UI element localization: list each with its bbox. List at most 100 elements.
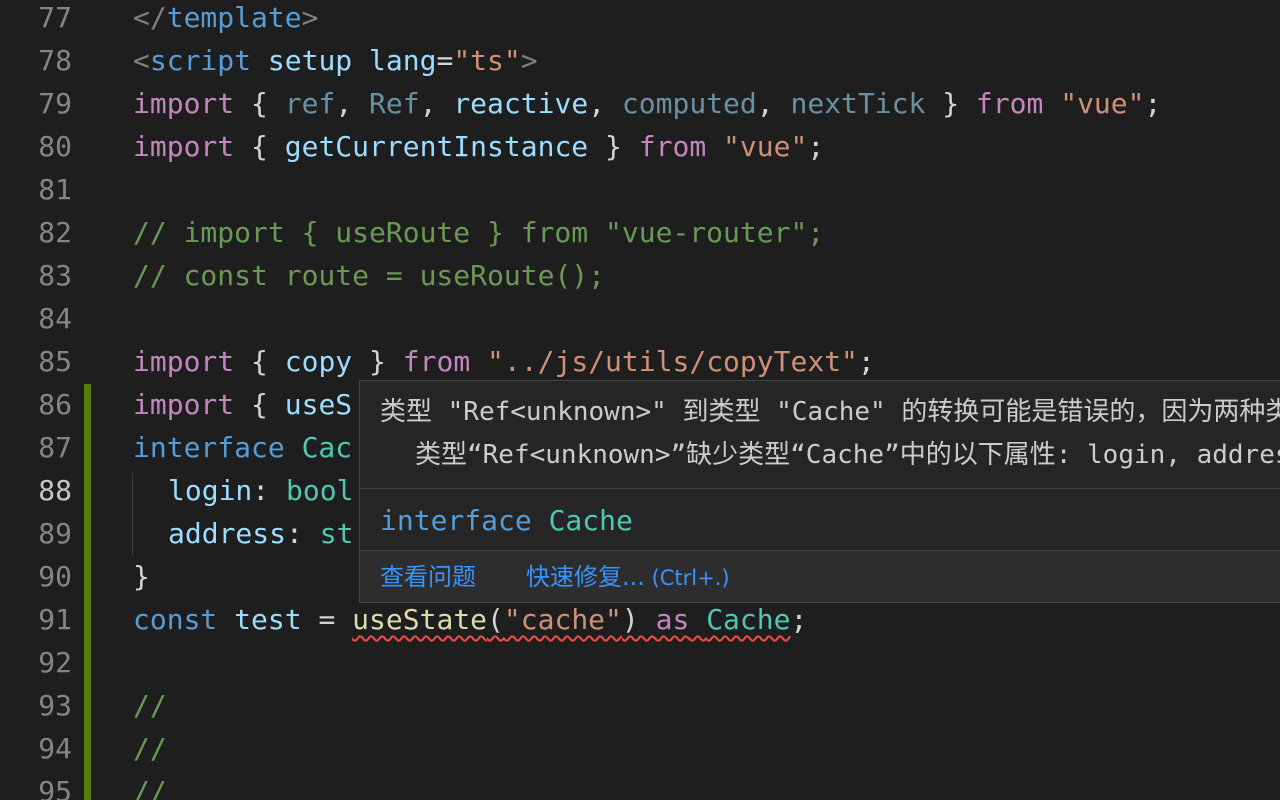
line-number: 89: [38, 517, 72, 550]
line-number: 90: [38, 560, 72, 593]
code-editor[interactable]: 77 78 79 80 81 82 83 84 85 86 87 88 89 9…: [0, 0, 1280, 800]
error-message-line-2: 类型“Ref<unknown>”缺少类型“Cache”中的以下属性: login…: [415, 440, 1280, 470]
quick-fix-label: 快速修复...: [526, 563, 645, 591]
token-punct: {: [234, 87, 285, 120]
token-punct: ,: [756, 87, 791, 120]
code-line-86[interactable]: import { useS: [133, 383, 352, 426]
token-punct: >: [520, 44, 538, 77]
token-type: Cac: [301, 431, 353, 464]
line-number: 80: [38, 130, 72, 163]
line-number: 82: [38, 216, 72, 249]
token-punct: }: [352, 345, 403, 378]
token-punct: ;: [807, 130, 825, 163]
hover-signature: interface Cache: [380, 499, 633, 542]
token-unused-import: ref: [284, 87, 336, 120]
line-number: 81: [38, 173, 72, 206]
line-number: 77: [38, 1, 72, 34]
token-tag: script: [149, 44, 252, 77]
view-problem-link[interactable]: 查看问题: [380, 551, 476, 602]
token-punct: }: [588, 130, 639, 163]
code-line-94[interactable]: //: [133, 727, 167, 770]
token-import: getCurrentInstance: [284, 130, 589, 163]
token-keyword: import: [133, 87, 235, 120]
token-tag: template: [166, 1, 302, 34]
indent-guide: [132, 473, 133, 555]
token-punct: {: [234, 345, 285, 378]
line-number: 84: [38, 302, 72, 335]
token-string: "vue": [1060, 87, 1145, 120]
token-punct: >: [301, 1, 319, 34]
code-line-80[interactable]: import { getCurrentInstance } from "vue"…: [133, 125, 824, 168]
line-number: 91: [38, 603, 72, 636]
token-punct: :: [286, 517, 320, 550]
signature-type-name: Cache: [548, 504, 633, 537]
line-number: 94: [38, 732, 72, 765]
code-line-83[interactable]: // const route = useRoute();: [133, 254, 605, 297]
code-line-88[interactable]: login: bool: [168, 469, 353, 512]
code-line-85[interactable]: import { copy } from "../js/utils/copyTe…: [133, 340, 875, 383]
line-number: 92: [38, 646, 72, 679]
token-punct: ;: [857, 345, 875, 378]
line-number: 85: [38, 345, 72, 378]
token-type: Cache: [706, 603, 791, 636]
code-line-89[interactable]: address: st: [168, 512, 353, 555]
token-keyword: const: [133, 603, 218, 636]
code-line-79[interactable]: import { ref, Ref, reactive, computed, n…: [133, 82, 1161, 125]
token-type: st: [319, 517, 354, 550]
token-string: "vue": [723, 130, 808, 163]
hover-tooltip[interactable]: 类型 "Ref<unknown>" 到类型 "Cache" 的转换可能是错误的，…: [359, 380, 1280, 603]
token-unused-import: Ref: [369, 87, 420, 120]
line-number-active: 88: [38, 474, 72, 507]
token-punct: (: [487, 603, 504, 636]
token-keyword: import: [133, 345, 235, 378]
token-variable: test: [234, 603, 302, 636]
git-modified-indicator[interactable]: [84, 384, 91, 800]
token-punct: ,: [588, 87, 622, 120]
token-string: "../js/utils/copyText": [487, 345, 858, 378]
line-number: 78: [38, 44, 72, 77]
token-punct: =: [436, 44, 454, 77]
code-line-78[interactable]: <script setup lang="ts">: [133, 39, 538, 82]
line-number: 79: [38, 87, 72, 120]
line-number: 95: [38, 775, 72, 800]
line-number-gutter: 77 78 79 80 81 82 83 84 85 86 87 88 89 9…: [0, 0, 80, 800]
quick-fix-link[interactable]: 快速修复... (Ctrl+.): [526, 551, 730, 602]
token-keyword: import: [133, 388, 235, 421]
token-keyword: as: [655, 603, 690, 636]
hover-divider: [360, 488, 1280, 489]
code-line-91[interactable]: const test = useState("cache") as Cache;: [133, 598, 807, 641]
code-line-90[interactable]: }: [133, 555, 150, 598]
token-punct: {: [234, 130, 285, 163]
code-line-93[interactable]: //: [133, 684, 167, 727]
code-line-82[interactable]: // import { useRoute } from "vue-router"…: [133, 211, 824, 254]
error-message-line-1: 类型 "Ref<unknown>" 到类型 "Cache" 的转换可能是错误的，…: [380, 397, 1280, 427]
token-punct: ;: [1144, 87, 1162, 120]
token-keyword: interface: [133, 431, 285, 464]
token-property: address: [168, 517, 287, 550]
code-line-87[interactable]: interface Cac: [133, 426, 352, 469]
line-number: 87: [38, 431, 72, 464]
hover-action-bar: 查看问题 快速修复... (Ctrl+.): [360, 551, 1280, 602]
token-string: "cache": [503, 603, 622, 636]
token-punct: :: [252, 474, 287, 507]
token-attr: lang: [369, 44, 437, 77]
token-keyword: from: [975, 87, 1044, 120]
code-line-77[interactable]: </template>: [133, 0, 318, 39]
token-import: reactive: [453, 87, 589, 120]
token-unused-import: computed: [621, 87, 757, 120]
code-line-95[interactable]: //: [133, 770, 167, 800]
token-keyword: from: [638, 130, 707, 163]
error-squiggle[interactable]: useState("cache") as Cache: [352, 603, 790, 636]
signature-keyword: interface: [380, 504, 532, 537]
line-number: 93: [38, 689, 72, 722]
token-punct: ,: [419, 87, 454, 120]
token-punct: }: [925, 87, 976, 120]
quick-fix-shortcut: (Ctrl+.): [644, 566, 730, 590]
